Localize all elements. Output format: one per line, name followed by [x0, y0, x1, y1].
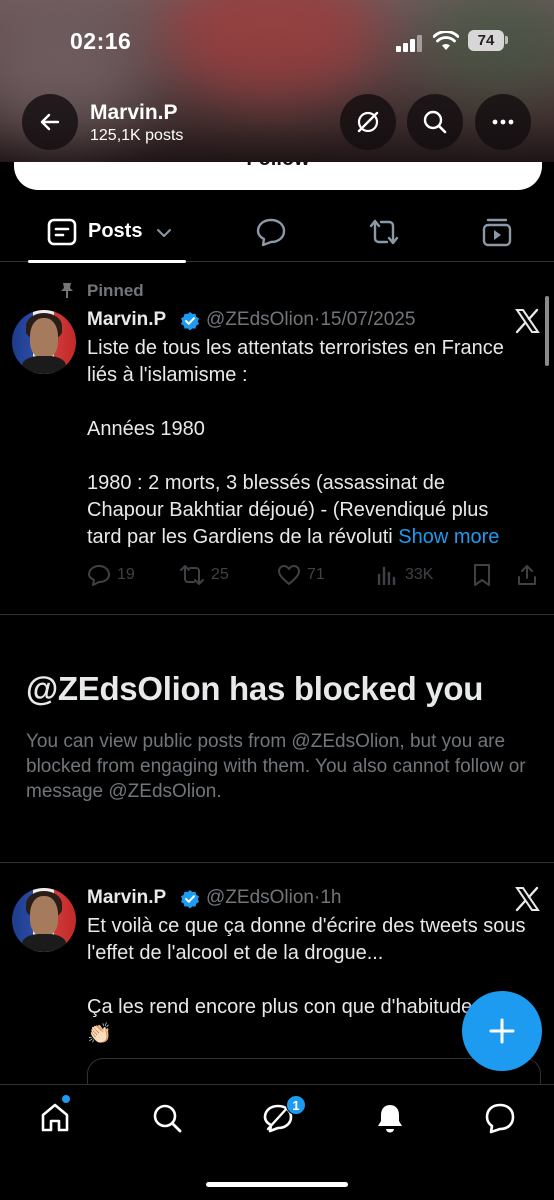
x-logo-icon [515, 886, 540, 912]
tweet-handle: @ZEdsOlion [206, 887, 314, 908]
views-button[interactable]: 33K [375, 561, 433, 589]
profile-tabs: Posts [0, 204, 554, 263]
back-arrow-icon [40, 113, 60, 131]
tweet-time: 1h [320, 887, 342, 908]
battery-tip [505, 36, 508, 44]
posts-tab-icon [47, 218, 77, 246]
status-bar: 02:16 74 [0, 0, 554, 84]
show-more-link[interactable]: Show more [398, 526, 499, 548]
tweet-handle: @ZEdsOlion [206, 309, 314, 330]
media-tab-icon[interactable] [481, 216, 513, 248]
chevron-down-icon[interactable] [156, 226, 172, 240]
divider [0, 862, 554, 863]
views-icon [377, 566, 396, 586]
signal-icon [396, 34, 426, 52]
tweet-actions: 19 25 71 33K [87, 561, 541, 589]
back-button[interactable] [22, 94, 78, 150]
tweet-handle-date: @ZEdsOlion·15/07/2025 [206, 309, 415, 331]
header-profile-name: Marvin.P [90, 101, 178, 124]
avatar[interactable] [12, 888, 76, 952]
more-icon [492, 119, 514, 125]
like-icon [278, 565, 300, 585]
grok-icon [357, 111, 379, 133]
like-button[interactable]: 71 [277, 561, 325, 589]
home-icon[interactable] [38, 1101, 72, 1135]
repost-count: 25 [211, 566, 229, 583]
pin-icon [61, 283, 73, 298]
header-post-count: 125,1K posts [90, 127, 184, 144]
pinned-label: Pinned [87, 281, 144, 300]
divider [0, 614, 554, 615]
reply-button[interactable]: 19 [87, 561, 135, 589]
compose-button[interactable] [462, 991, 542, 1071]
messages-icon[interactable] [483, 1101, 517, 1135]
plus-icon [489, 1018, 515, 1044]
explore-icon[interactable] [150, 1101, 184, 1135]
reply-icon [88, 565, 110, 586]
grok-badge: 1 [286, 1095, 306, 1115]
home-notification-dot [62, 1095, 70, 1103]
share-icon[interactable] [515, 563, 539, 587]
verified-icon [181, 890, 199, 909]
pinned-tweet-text: Liste de tous les attentats terroristes … [87, 335, 527, 551]
search-icon [423, 110, 447, 134]
active-tab-indicator [28, 260, 186, 263]
pinned-tweet-body: Liste de tous les attentats terroristes … [87, 337, 504, 548]
battery-indicator: 74 [468, 30, 504, 51]
tweet-author-name[interactable]: Marvin.P [87, 887, 166, 909]
view-count: 33K [405, 566, 434, 583]
blocked-title: @ZEdsOlion has blocked you [26, 670, 484, 707]
tweet-handle-time: @ZEdsOlion·1h [206, 887, 341, 909]
tab-posts[interactable]: Posts [28, 204, 186, 263]
like-count: 71 [307, 566, 325, 583]
scrollbar-thumb[interactable] [545, 296, 549, 366]
reply-count: 19 [117, 566, 135, 583]
repost-icon [180, 565, 204, 585]
replies-tab-icon[interactable] [255, 216, 287, 248]
grok-button[interactable] [340, 94, 396, 150]
tweet-author-name[interactable]: Marvin.P [87, 309, 166, 331]
wifi-icon [433, 31, 459, 50]
bell-icon[interactable] [373, 1101, 407, 1135]
more-button[interactable] [475, 94, 531, 150]
repost-button[interactable]: 25 [179, 561, 229, 589]
reposts-tab-icon[interactable] [368, 216, 400, 248]
tab-posts-label: Posts [88, 220, 143, 242]
blocked-description: You can view public posts from @ZEdsOlio… [26, 731, 526, 802]
tweet-date: 15/07/2025 [320, 309, 416, 330]
home-indicator [206, 1182, 348, 1187]
x-logo-icon [515, 308, 540, 334]
bookmark-icon[interactable] [471, 563, 493, 587]
search-button[interactable] [407, 94, 463, 150]
status-time: 02:16 [70, 28, 132, 54]
avatar[interactable] [12, 310, 76, 374]
verified-icon [181, 312, 199, 331]
second-tweet-text: Et voilà ce que ça donne d'écrire des tw… [87, 915, 526, 1045]
